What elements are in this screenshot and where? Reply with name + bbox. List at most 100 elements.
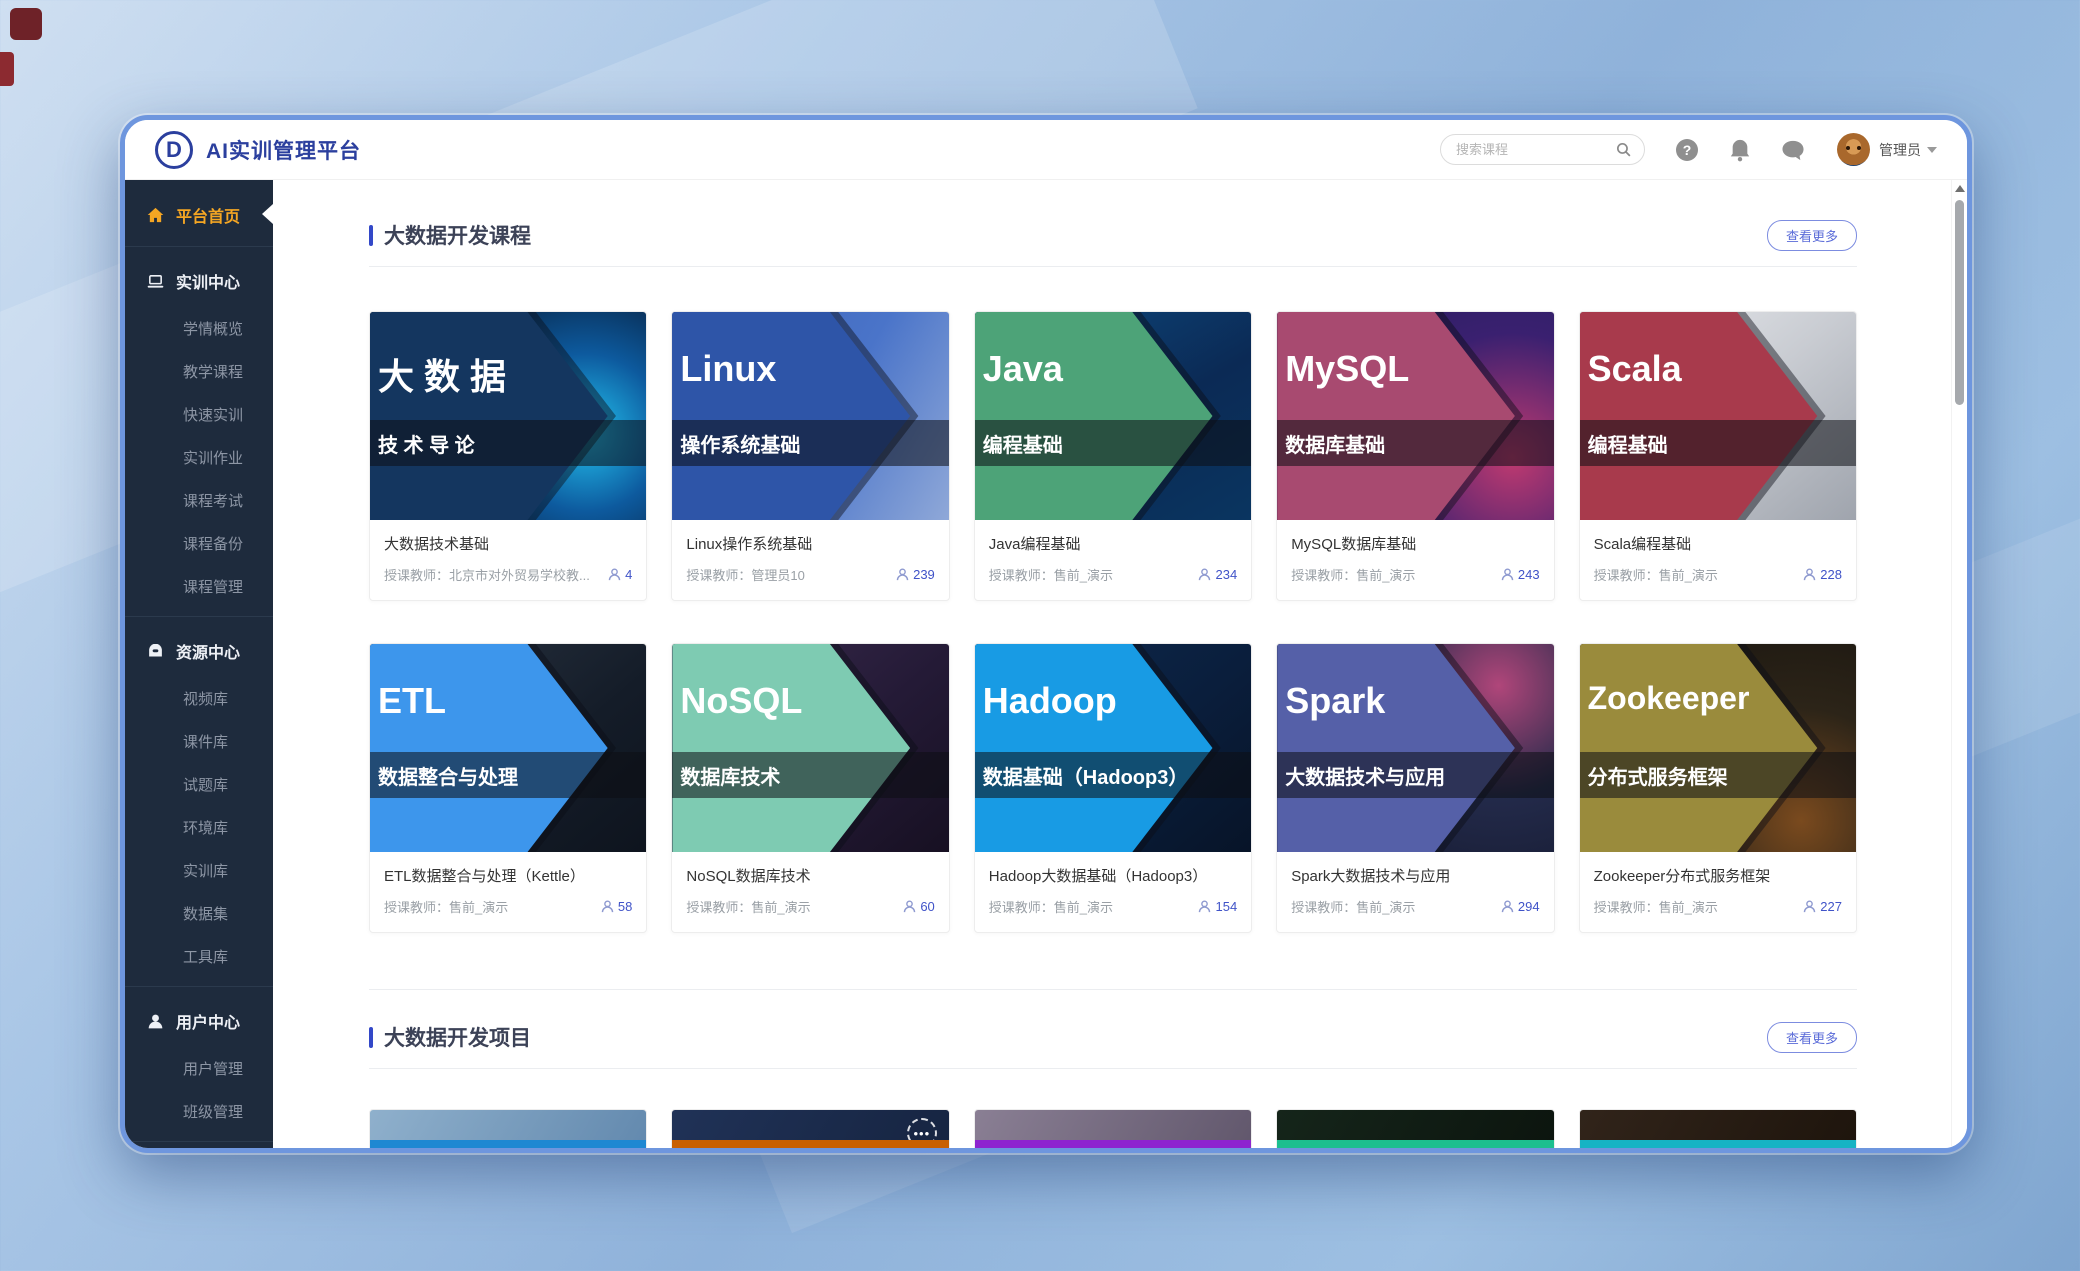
app-title: AI实训管理平台 [206,135,361,165]
sidebar-item[interactable]: 实训作业 [125,436,273,479]
view-more-button[interactable]: 查看更多 [1767,1022,1857,1053]
app-logo[interactable]: D [155,131,193,169]
sidebar-section-users[interactable]: 用户中心 [125,995,273,1047]
course-title: Zookeeper分布式服务框架 [1594,865,1842,886]
sidebar-item[interactable]: 数据集 [125,892,273,935]
course-title: MySQL数据库基础 [1291,533,1539,554]
course-card[interactable]: Java 编程基础 Java编程基础 授课教师：售前_演示 234 [974,311,1252,601]
desktop-icon-fragment [10,8,42,40]
sidebar-item[interactable]: 试题库 [125,763,273,806]
sidebar-section-training[interactable]: 实训中心 [125,255,273,307]
sidebar-item[interactable]: 快速实训 [125,393,273,436]
course-art-subtitle: 分布式服务框架 [1588,761,1728,790]
laptop-icon [147,274,164,289]
sidebar-section-resources[interactable]: 资源中心 [125,625,273,677]
course-art-title: MySQL [1285,348,1409,390]
sidebar-item-home[interactable]: 平台首页 [125,192,273,238]
course-card[interactable]: Linux 操作系统基础 Linux操作系统基础 授课教师：管理员10 239 [671,311,949,601]
sidebar-item[interactable]: 工具库 [125,935,273,978]
search-box[interactable] [1440,134,1645,165]
accent-bar [369,225,373,246]
divider [125,1141,273,1142]
course-card[interactable]: ETL 数据整合与处理 ETL数据整合与处理（Kettle） 授课教师：售前_演… [369,643,647,933]
sidebar-item[interactable]: 课件库 [125,720,273,763]
main-content: 大数据开发课程 查看更多 大 数 据 技 术 导 论 大数据技术基础 授课教师：… [273,180,1967,1148]
project-card[interactable]: ••• 大数据开发案例 [671,1109,949,1148]
course-art-subtitle: 数据库技术 [680,761,780,790]
chevron-down-icon[interactable] [1927,147,1937,153]
student-count: 227 [1820,899,1842,914]
course-art-title: Hadoop [983,680,1117,722]
course-art-title: NoSQL [680,680,802,722]
project-card[interactable]: 大数据开发案例 [369,1109,647,1148]
course-art-subtitle: 操作系统基础 [680,429,800,458]
sidebar-item[interactable]: 实训库 [125,849,273,892]
course-art-subtitle: 数据整合与处理 [378,761,518,790]
person-icon [601,900,614,913]
sidebar-item[interactable]: 教学课程 [125,350,273,393]
course-art-title: Java [983,348,1063,390]
accent-bar [369,1027,373,1048]
course-art-title: Zookeeper [1588,680,1750,717]
course-card[interactable]: Zookeeper 分布式服务框架 Zookeeper分布式服务框架 授课教师：… [1579,643,1857,933]
course-teacher: 授课教师：售前_演示 [989,565,1199,584]
course-title: 大数据技术基础 [384,533,632,554]
scrollbar [1951,180,1967,1148]
person-icon [1803,900,1816,913]
student-count: 4 [625,567,632,582]
project-banner: 大数据开发案例 [1277,1140,1553,1148]
course-art-title: Spark [1285,680,1385,722]
course-card[interactable]: Hadoop 数据基础（Hadoop3） Hadoop大数据基础（Hadoop3… [974,643,1252,933]
person-icon [1803,568,1816,581]
view-more-button[interactable]: 查看更多 [1767,220,1857,251]
sidebar-item-settings[interactable]: 系统设置 [125,1150,273,1153]
search-icon[interactable] [1615,141,1632,158]
project-card[interactable]: 大数据开发案例 [1276,1109,1554,1148]
project-card[interactable]: 大数据开发案例 [974,1109,1252,1148]
help-icon[interactable]: ? [1675,138,1699,162]
course-title: NoSQL数据库技术 [686,865,934,886]
sidebar-section-label: 用户中心 [176,1009,240,1033]
project-card[interactable]: 大数据开发案例 [1579,1109,1857,1148]
course-title: ETL数据整合与处理（Kettle） [384,865,632,886]
course-art-subtitle: 编程基础 [983,429,1063,458]
scroll-up-arrow[interactable] [1955,185,1965,192]
sidebar-item[interactable]: 课程备份 [125,522,273,565]
person-icon [1198,900,1211,913]
course-card[interactable]: Spark 大数据技术与应用 Spark大数据技术与应用 授课教师：售前_演示 … [1276,643,1554,933]
course-teacher: 授课教师：售前_演示 [1594,897,1804,916]
project-banner: 大数据开发案例 [672,1140,948,1148]
sidebar-item-label: 平台首页 [176,203,240,227]
chat-icon[interactable] [1781,139,1805,161]
course-teacher: 授课教师：售前_演示 [384,897,601,916]
sidebar-item[interactable]: 学情概览 [125,307,273,350]
person-icon [896,568,909,581]
search-input[interactable] [1456,142,1615,157]
sidebar-item[interactable]: 课程管理 [125,565,273,608]
sidebar-item[interactable]: 班级管理 [125,1090,273,1133]
student-count: 58 [618,899,632,914]
sidebar-item[interactable]: 视频库 [125,677,273,720]
student-count: 294 [1518,899,1540,914]
sidebar-item[interactable]: 用户管理 [125,1047,273,1090]
sidebar-section-label: 资源中心 [176,639,240,663]
course-card[interactable]: Scala 编程基础 Scala编程基础 授课教师：售前_演示 228 [1579,311,1857,601]
project-row: 大数据开发案例 ••• 大数据开发案例 大数据开发案例 大数据开发案例 大数据开… [369,1109,1857,1148]
course-row-2: ETL 数据整合与处理 ETL数据整合与处理（Kettle） 授课教师：售前_演… [369,643,1857,933]
scrollbar-thumb[interactable] [1955,200,1964,405]
bell-icon[interactable] [1729,138,1751,162]
divider [125,616,273,617]
course-card[interactable]: MySQL 数据库基础 MySQL数据库基础 授课教师：售前_演示 243 [1276,311,1554,601]
project-banner: 大数据开发案例 [975,1140,1251,1148]
sidebar: 平台首页 实训中心 学情概览 教学课程 快速实训 实训作业 课程考试 课程备份 … [125,180,273,1148]
person-icon [1198,568,1211,581]
course-card[interactable]: NoSQL 数据库技术 NoSQL数据库技术 授课教师：售前_演示 60 [671,643,949,933]
course-card[interactable]: 大 数 据 技 术 导 论 大数据技术基础 授课教师：北京市对外贸易学校教...… [369,311,647,601]
sidebar-item[interactable]: 课程考试 [125,479,273,522]
project-banner: 大数据开发案例 [1580,1140,1856,1148]
course-art-subtitle: 编程基础 [1588,429,1668,458]
sidebar-item[interactable]: 环境库 [125,806,273,849]
course-teacher: 授课教师：北京市对外贸易学校教... [384,565,608,584]
person-icon [1501,900,1514,913]
avatar[interactable] [1837,133,1870,166]
